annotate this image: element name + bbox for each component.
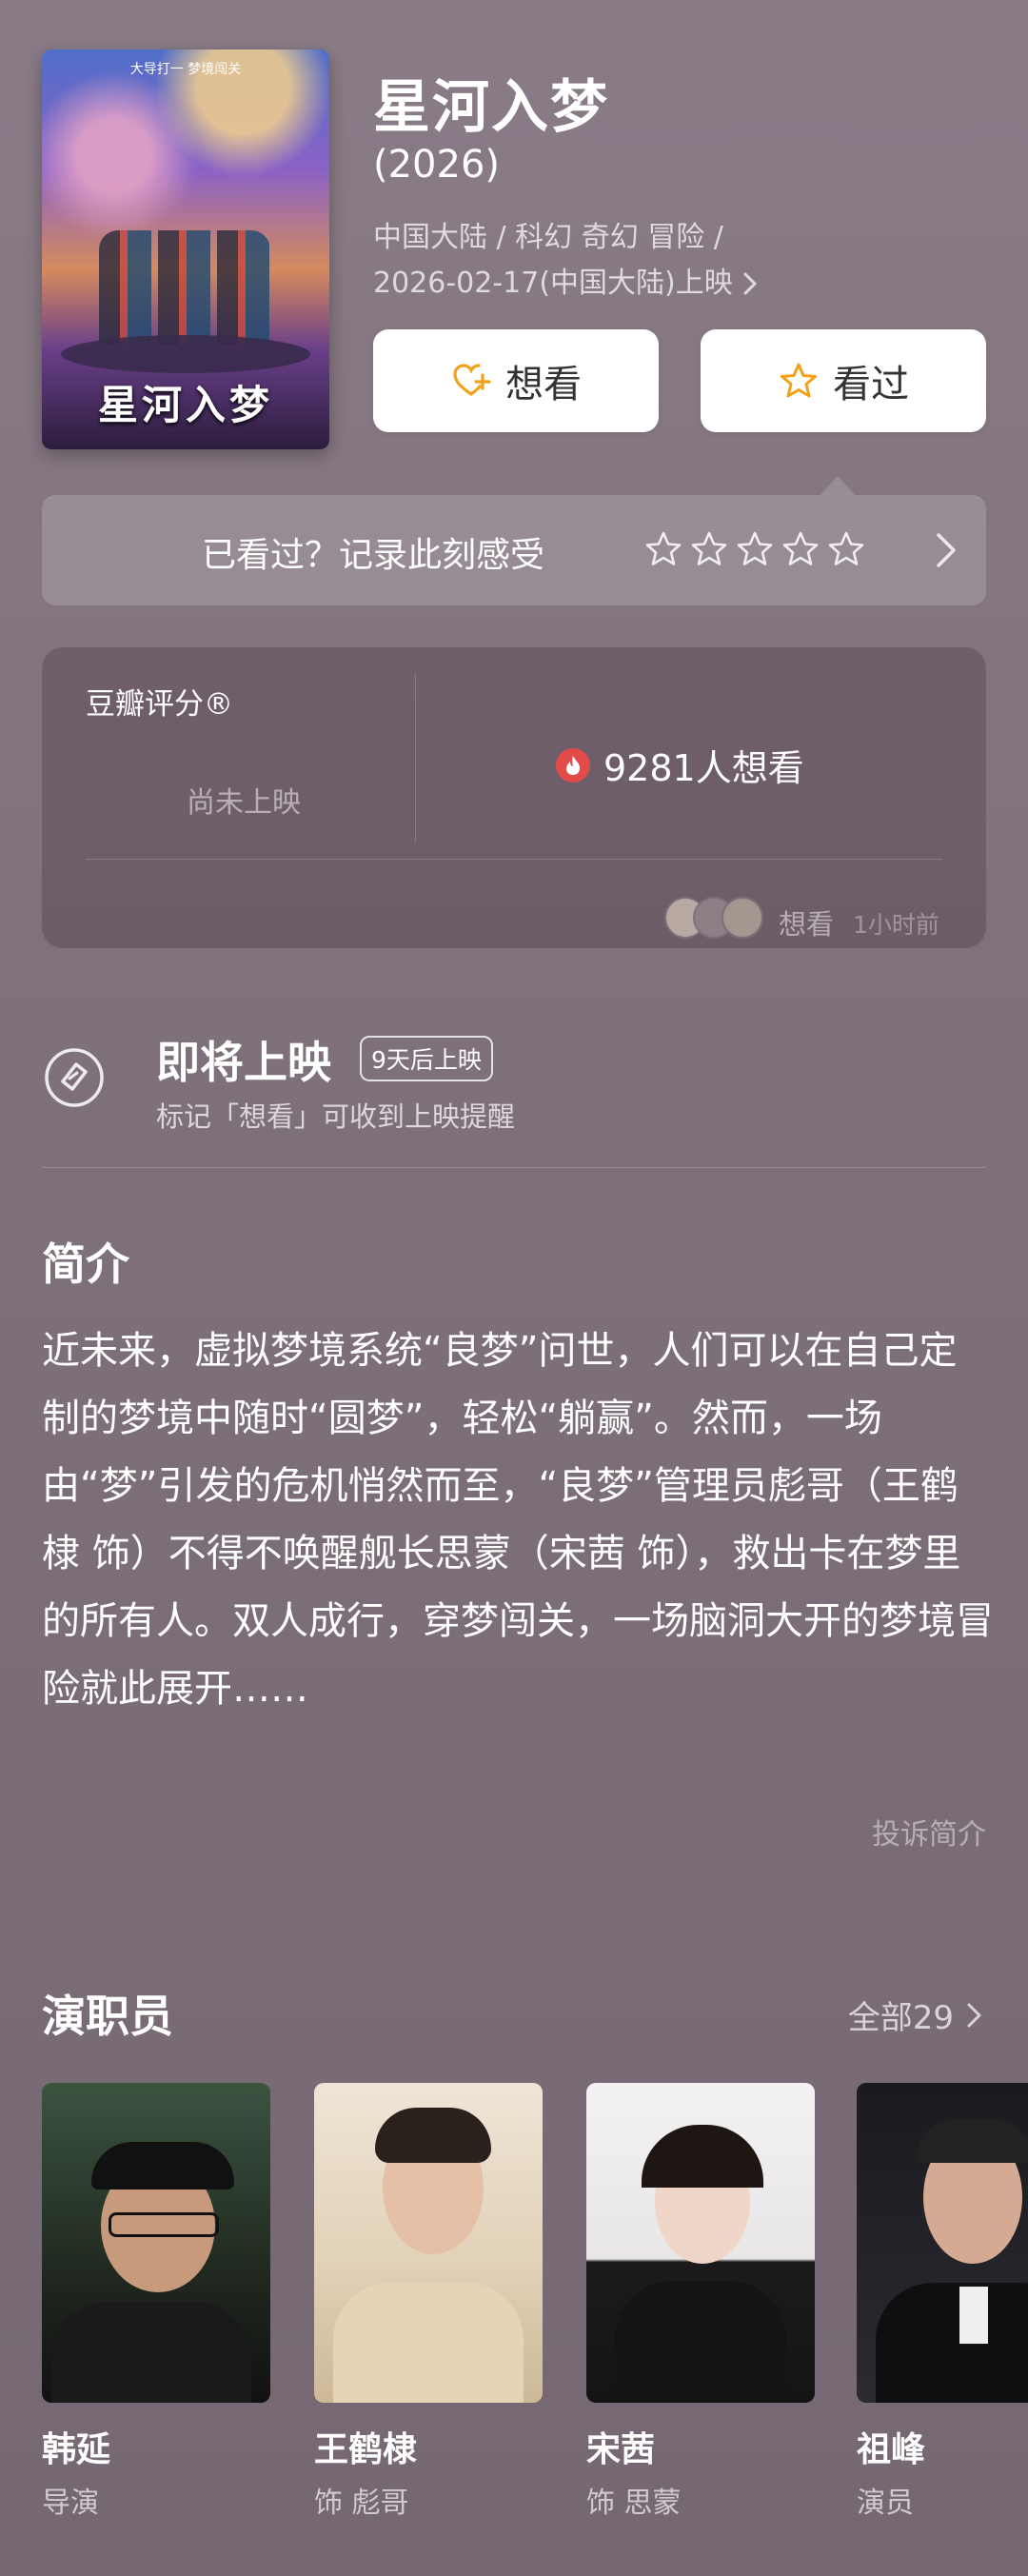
cast-role: 演员 bbox=[857, 2487, 914, 2520]
release-reminder-text: 标记「想看」可收到上映提醒 bbox=[156, 1100, 516, 1133]
cast-photo bbox=[314, 2083, 543, 2403]
cast-name: 宋茜 bbox=[586, 2430, 656, 2469]
intro-heading: 简介 bbox=[42, 1238, 129, 1290]
horizontal-divider bbox=[86, 859, 942, 860]
flame-icon bbox=[556, 747, 590, 783]
cast-card[interactable]: 王鹤棣 饰 彪哥 bbox=[314, 2083, 543, 2521]
star-outline-icon[interactable] bbox=[643, 529, 683, 569]
movie-meta[interactable]: 中国大陆 / 科幻 奇幻 冒险 / 2026-02-17(中国大陆)上映 bbox=[373, 215, 758, 307]
star-outline-icon[interactable] bbox=[689, 529, 729, 569]
release-countdown-badge: 9天后上映 bbox=[360, 1036, 493, 1081]
cast-role: 饰 彪哥 bbox=[314, 2487, 409, 2520]
poster-figures bbox=[99, 230, 270, 345]
cast-photo bbox=[586, 2083, 815, 2403]
star-outline-icon[interactable] bbox=[826, 529, 866, 569]
movie-meta-line1: 中国大陆 / 科幻 奇幻 冒险 / bbox=[373, 221, 723, 254]
cast-name: 祖峰 bbox=[857, 2430, 926, 2469]
want-count-text: 9281人想看 bbox=[603, 747, 804, 789]
rating-stars[interactable] bbox=[643, 529, 866, 569]
intro-text[interactable]: 近未来，虚拟梦境系统“良梦”问世，人们可以在自己定制的梦境中随时“圆梦”，轻松“… bbox=[42, 1318, 994, 1723]
douban-score-card[interactable]: 豆瓣评分® 尚未上映 9281人想看 想看 1小时前 bbox=[42, 647, 986, 948]
section-divider bbox=[42, 1167, 986, 1168]
chevron-right-icon bbox=[937, 533, 956, 567]
movie-title: 星河入梦 bbox=[373, 74, 609, 141]
poster-title-text: 星河入梦 bbox=[97, 382, 273, 428]
ticket-icon bbox=[45, 1048, 104, 1107]
chevron-right-icon bbox=[967, 2003, 981, 2027]
movie-year: (2026) bbox=[373, 143, 501, 187]
record-feeling-bar[interactable]: 已看过？记录此刻感受 bbox=[42, 495, 986, 605]
popover-pointer bbox=[820, 476, 855, 495]
poster-top-text: 大导打一 梦境闯关 bbox=[129, 62, 242, 77]
recent-want-time: 1小时前 bbox=[853, 911, 939, 939]
douban-score-brand: 豆瓣评分® bbox=[86, 687, 233, 722]
avatar bbox=[722, 897, 763, 939]
movie-poster[interactable]: 大导打一 梦境闯关 星河入梦 bbox=[42, 50, 329, 449]
seen-button-label: 看过 bbox=[833, 363, 909, 406]
cast-photo bbox=[42, 2083, 270, 2403]
star-outline-icon[interactable] bbox=[735, 529, 775, 569]
all-cast-label: 全部29 bbox=[847, 1999, 954, 2037]
cast-name: 韩延 bbox=[42, 2430, 111, 2469]
want-count: 9281人想看 bbox=[556, 739, 804, 791]
chevron-right-icon bbox=[743, 272, 757, 295]
release-title: 即将上映 bbox=[156, 1037, 331, 1088]
want-button-label: 想看 bbox=[505, 363, 582, 406]
recent-want-label: 想看 bbox=[779, 908, 835, 941]
heart-plus-icon bbox=[453, 364, 491, 396]
cast-card[interactable]: 祖峰 演员 bbox=[857, 2083, 1028, 2521]
cast-card[interactable]: 韩延 导演 bbox=[42, 2083, 270, 2521]
cast-role: 导演 bbox=[42, 2487, 99, 2520]
cast-card[interactable]: 宋茜 饰 思蒙 bbox=[586, 2083, 815, 2521]
star-outline-icon[interactable] bbox=[781, 529, 820, 569]
score-status: 尚未上映 bbox=[187, 786, 301, 820]
want-button[interactable]: 想看 bbox=[373, 329, 659, 432]
poster-sky bbox=[42, 50, 329, 242]
record-feeling-label: 已看过？记录此刻感受 bbox=[202, 536, 545, 575]
seen-button[interactable]: 看过 bbox=[701, 329, 986, 432]
all-cast-link[interactable]: 全部29 bbox=[848, 1991, 986, 2038]
cast-photo bbox=[857, 2083, 1028, 2403]
vertical-divider bbox=[415, 674, 416, 842]
recent-want-avatars[interactable] bbox=[664, 897, 763, 939]
cast-name: 王鹤棣 bbox=[314, 2430, 418, 2469]
cast-heading: 演职员 bbox=[42, 1991, 173, 2042]
star-icon bbox=[781, 363, 817, 398]
poster-stage bbox=[61, 335, 310, 373]
complain-intro-link[interactable]: 投诉简介 bbox=[872, 1811, 986, 1853]
movie-release-date: 2026-02-17(中国大陆)上映 bbox=[373, 267, 733, 300]
cast-role: 饰 思蒙 bbox=[586, 2487, 682, 2520]
